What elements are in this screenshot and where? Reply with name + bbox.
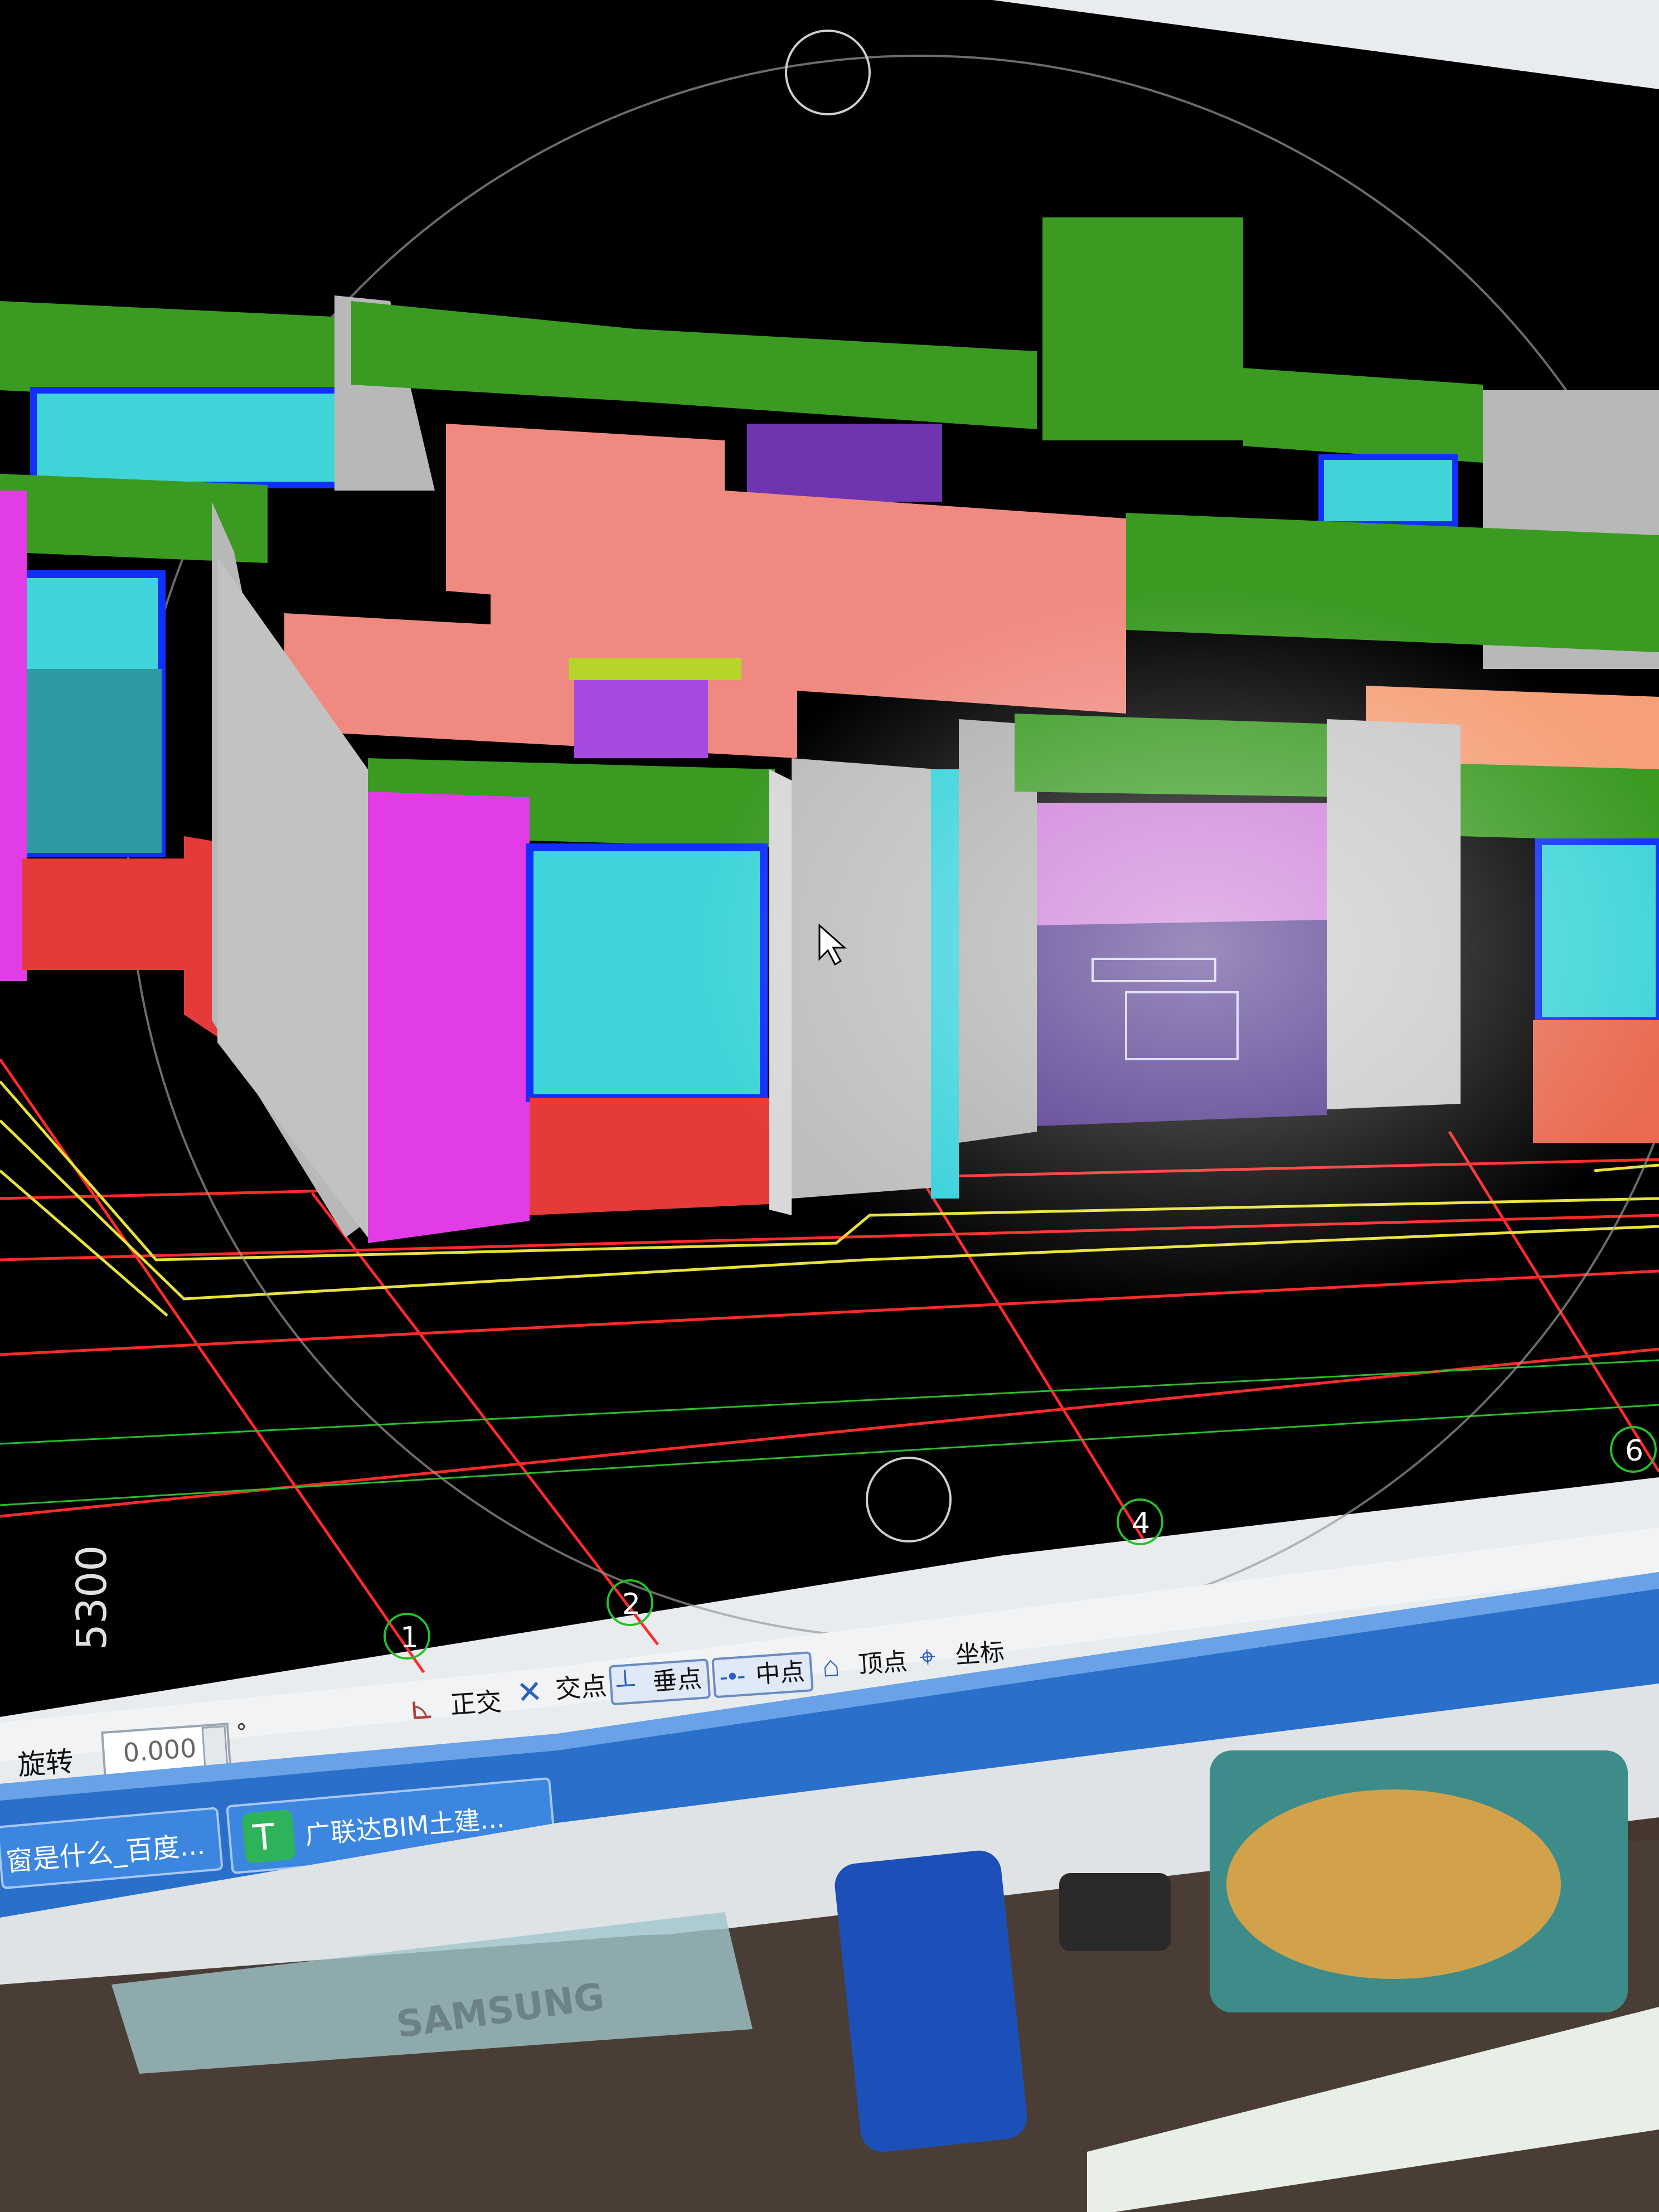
rotation-label: 旋转: [17, 1745, 75, 1782]
axis-label-2: 2: [622, 1588, 641, 1621]
axis-label-1: 1: [400, 1621, 419, 1655]
intersection-snap-icon: ✕: [515, 1673, 544, 1710]
axis-label-4: 4: [1132, 1507, 1150, 1540]
rotation-value: 0.000: [122, 1733, 197, 1768]
coordinate-snap-icon: ⌖: [918, 1641, 937, 1674]
svg-text:垂点: 垂点: [652, 1665, 702, 1696]
stapler: [835, 1850, 1027, 2152]
photo-scene: 1 2 4 6 5300 ⊾ 正交 ✕ 交点 ┴ 垂点 -•- 中点 ⌂ 顶点: [0, 0, 1659, 2212]
dimension-label: 5300: [68, 1545, 116, 1650]
axis-label-6: 6: [1625, 1434, 1643, 1468]
ortho-snap-icon: ⊾: [408, 1690, 436, 1726]
rotation-unit: °: [235, 1719, 248, 1745]
svg-text:坐标: 坐标: [954, 1638, 1005, 1670]
midpoint-snap-icon: -•-: [719, 1660, 746, 1691]
vertex-snap-icon: ⌂: [821, 1650, 841, 1684]
svg-text:顶点: 顶点: [857, 1647, 908, 1679]
svg-text:T: T: [251, 1816, 277, 1859]
rotation-stepper[interactable]: [201, 1725, 229, 1768]
snap-perpendicular[interactable]: ┴ 垂点: [609, 1658, 711, 1705]
svg-text:正交: 正交: [449, 1686, 503, 1720]
perpendicular-snap-icon: ┴: [615, 1669, 636, 1699]
svg-text:交点: 交点: [554, 1671, 608, 1704]
cad-viewport: [0, 0, 1659, 1717]
svg-text:中点: 中点: [755, 1657, 806, 1689]
snap-midpoint[interactable]: -•- 中点: [711, 1651, 814, 1698]
